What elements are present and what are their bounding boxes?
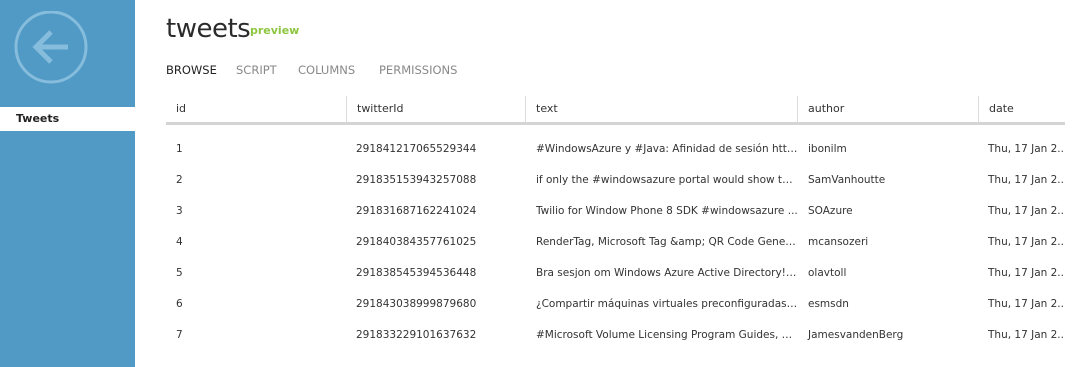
cell-text: RenderTag, Microsoft Tag &amp; QR Code G… <box>536 236 798 248</box>
cell-text: if only the #windowsazure portal would s… <box>536 174 798 186</box>
cell-text: Twilio for Window Phone 8 SDK #windowsaz… <box>536 205 798 217</box>
sidebar-item-label: Tweets <box>16 112 60 125</box>
sidebar: Tweets <box>0 0 135 367</box>
cell-id: 7 <box>176 329 183 341</box>
cell-twitterid: 291833229101637632 <box>356 329 477 341</box>
cell-twitterid: 291840384357761025 <box>356 236 477 248</box>
cell-twitterid: 291835153943257088 <box>356 174 477 186</box>
tab-columns[interactable]: COLUMNS <box>298 63 355 77</box>
cell-author: SamVanhoutte <box>808 174 886 186</box>
column-header-author[interactable]: author <box>797 96 978 122</box>
table-row[interactable]: 2 291835153943257088 if only the #window… <box>166 165 1065 196</box>
cell-author: SOAzure <box>808 205 853 217</box>
cell-twitterid: 291843038999879680 <box>356 298 477 310</box>
cell-text: ¿Compartir máquinas virtuales preconfigu… <box>536 298 798 310</box>
table-row[interactable]: 4 291840384357761025 RenderTag, Microsof… <box>166 227 1065 258</box>
column-header-twitterid[interactable]: twitterId <box>346 96 526 122</box>
back-button[interactable] <box>14 11 88 84</box>
table-row[interactable]: 7 291833229101637632 #Microsoft Volume L… <box>166 320 1065 351</box>
sidebar-item-tweets[interactable]: Tweets <box>0 107 135 131</box>
cell-id: 1 <box>176 143 183 155</box>
cell-twitterid: 291841217065529344 <box>356 143 477 155</box>
table-row[interactable]: 5 291838545394536448 Bra sesjon om Windo… <box>166 258 1065 289</box>
cell-id: 6 <box>176 298 183 310</box>
table-row[interactable]: 6 291843038999879680 ¿Compartir máquinas… <box>166 289 1065 320</box>
table-row[interactable]: 3 291831687162241024 Twilio for Window P… <box>166 196 1065 227</box>
cell-date: Thu, 17 Jan 2... <box>988 205 1065 217</box>
cell-author: mcansozeri <box>808 236 869 248</box>
cell-id: 5 <box>176 267 183 279</box>
tab-script[interactable]: SCRIPT <box>236 63 277 77</box>
tab-permissions[interactable]: PERMISSIONS <box>379 63 457 77</box>
tab-browse[interactable]: BROWSE <box>166 63 217 77</box>
column-header-text[interactable]: text <box>525 96 798 122</box>
cell-date: Thu, 17 Jan 2... <box>988 174 1065 186</box>
table-header: id twitterId text author date <box>166 96 1065 125</box>
cell-author: esmsdn <box>808 298 849 310</box>
cell-twitterid: 291831687162241024 <box>356 205 477 217</box>
cell-date: Thu, 17 Jan 2... <box>988 329 1065 341</box>
cell-date: Thu, 17 Jan 2... <box>988 236 1065 248</box>
page-title: tweets <box>166 14 251 44</box>
table-body: 1 291841217065529344 #WindowsAzure y #Ja… <box>166 134 1065 351</box>
cell-text: #WindowsAzure y #Java: Afinidad de sesió… <box>536 143 798 155</box>
cell-id: 4 <box>176 236 183 248</box>
cell-date: Thu, 17 Jan 2... <box>988 267 1065 279</box>
column-header-id[interactable]: id <box>166 96 346 122</box>
column-header-date[interactable]: date <box>978 96 1065 122</box>
preview-badge: preview <box>250 24 300 37</box>
table-row[interactable]: 1 291841217065529344 #WindowsAzure y #Ja… <box>166 134 1065 165</box>
cell-author: olavtoll <box>808 267 847 279</box>
app-window: Tweets tweets preview BROWSE SCRIPT COLU… <box>0 0 1076 367</box>
cell-date: Thu, 17 Jan 2... <box>988 298 1065 310</box>
cell-id: 2 <box>176 174 183 186</box>
cell-author: ibonilm <box>808 143 847 155</box>
cell-twitterid: 291838545394536448 <box>356 267 477 279</box>
back-arrow-icon <box>14 11 88 84</box>
cell-author: JamesvandenBerg <box>808 329 904 341</box>
cell-id: 3 <box>176 205 183 217</box>
cell-text: Bra sesjon om Windows Azure Active Direc… <box>536 267 798 279</box>
cell-date: Thu, 17 Jan 2... <box>988 143 1065 155</box>
cell-text: #Microsoft Volume Licensing Program Guid… <box>536 329 798 341</box>
